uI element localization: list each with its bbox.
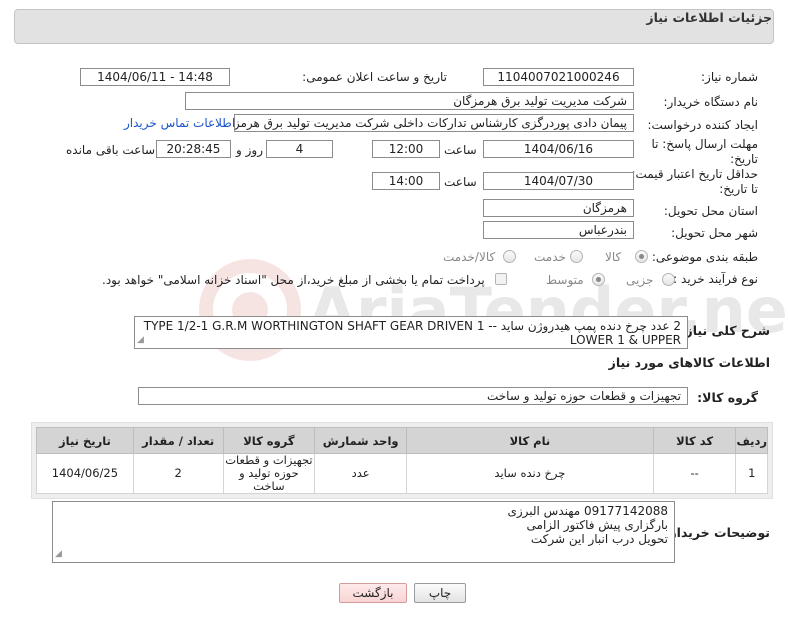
price-validity-time[interactable]: 14:00 xyxy=(372,172,440,190)
need-number-label: شماره نیاز: xyxy=(701,70,758,84)
creator-field[interactable]: پیمان دادی پوردرگزی کارشناس تدارکات داخل… xyxy=(234,114,634,132)
buyer-notes-line: بارگزاری پیش فاکتور الزامی xyxy=(526,518,668,532)
creator-label: ایجاد کننده درخواست: xyxy=(647,118,758,132)
print-button[interactable]: چاپ xyxy=(414,583,466,603)
description-label: شرح کلی نیاز: xyxy=(680,323,770,338)
items-table: ردیف کد کالا نام کالا واحد شمارش گروه کا… xyxy=(36,427,768,494)
remaining-time: 20:28:45 xyxy=(156,140,231,158)
description-textarea[interactable]: 2 عدد چرخ دنده پمپ هیدروژن ساید -- TYPE … xyxy=(134,316,688,349)
col-qty-header: تعداد / مقدار xyxy=(132,427,224,454)
send-deadline-time[interactable]: 12:00 xyxy=(372,140,440,158)
table-row[interactable]: 1 -- چرخ دنده ساید عدد تجهیزات و قطعات ح… xyxy=(36,453,768,494)
table-header-row: ردیف کد کالا نام کالا واحد شمارش گروه کا… xyxy=(36,427,768,454)
watermark-logo: AriaTender.neT xyxy=(199,259,788,361)
province-label: استان محل تحویل: xyxy=(663,204,758,218)
resize-grip-icon[interactable]: ◢ xyxy=(137,333,144,347)
col-name-header: نام کالا xyxy=(406,427,654,454)
col-code-header: کد کالا xyxy=(652,427,737,454)
province-field[interactable]: هرمزگان xyxy=(483,199,634,217)
category-radio-both[interactable] xyxy=(503,250,516,263)
category-radio-service[interactable] xyxy=(570,250,583,263)
goods-group-label: گروه کالا: xyxy=(697,390,758,405)
send-deadline-label: مهلت ارسال پاسخ: تا xyxy=(651,137,758,151)
cell-date: 1404/06/25 xyxy=(36,453,134,494)
send-deadline-date[interactable]: 1404/06/16 xyxy=(483,140,634,158)
cell-group: تجهیزات و قطعات حوزه تولید و ساخت xyxy=(222,453,316,494)
col-date-header: تاریخ نیاز xyxy=(36,427,134,454)
description-text: 2 عدد چرخ دنده پمپ هیدروژن ساید -- TYPE … xyxy=(143,319,681,347)
buyer-notes-line: تحویل درب انبار این شرکت xyxy=(530,532,668,546)
price-validity-date[interactable]: 1404/07/30 xyxy=(483,172,634,190)
goods-group-field[interactable]: تجهیزات و قطعات حوزه تولید و ساخت xyxy=(138,387,688,405)
category-label: طبقه بندی موضوعی: xyxy=(651,250,758,264)
price-validity-label-2: تا تاریخ: xyxy=(719,182,758,196)
back-button[interactable]: بازگشت xyxy=(339,583,407,603)
category-radio-goods[interactable] xyxy=(635,250,648,263)
buyer-notes-label: توضیحات خریدار: xyxy=(664,525,770,540)
process-radio-medium[interactable] xyxy=(592,273,605,286)
announce-date-label: تاریخ و ساعت اعلان عمومی: xyxy=(302,70,447,84)
cell-row: 1 xyxy=(735,453,768,494)
cell-unit: عدد xyxy=(314,453,408,494)
col-group-header: گروه کالا xyxy=(222,427,316,454)
price-validity-time-label: ساعت xyxy=(444,175,477,189)
col-row-header: ردیف xyxy=(735,427,768,454)
remaining-days: 4 xyxy=(266,140,333,158)
announce-date-field[interactable]: 1404/06/11 - 14:48 xyxy=(80,68,230,86)
page-title: جزئیات اطلاعات نیاز xyxy=(646,10,772,25)
process-radio-minor[interactable] xyxy=(662,273,675,286)
cell-code: -- xyxy=(652,453,737,494)
send-deadline-label-2: تاریخ: xyxy=(730,152,758,166)
goods-section-title: اطلاعات کالاهای مورد نیاز xyxy=(608,355,770,370)
items-table-wrap: ردیف کد کالا نام کالا واحد شمارش گروه کا… xyxy=(31,422,773,499)
category-option-service: خدمت xyxy=(534,250,566,264)
category-option-goods: کالا xyxy=(605,250,622,264)
treasury-note: پرداخت تمام یا بخشی از مبلغ خرید،از محل … xyxy=(102,273,485,287)
city-field[interactable]: بندرعباس xyxy=(483,221,634,239)
send-deadline-time-label: ساعت xyxy=(444,143,477,157)
process-label: نوع فرآیند خرید : xyxy=(673,272,758,286)
need-number-field[interactable]: 1104007021000246 xyxy=(483,68,634,86)
cell-qty: 2 xyxy=(132,453,224,494)
resize-grip-icon[interactable]: ◢ xyxy=(55,547,62,561)
process-option-minor: جزیی xyxy=(626,273,654,287)
category-option-both: کالا/خدمت xyxy=(443,250,496,264)
buyer-notes-textarea[interactable]: 09177142088 مهندس البرزی بارگزاری پیش فا… xyxy=(52,501,675,563)
col-unit-header: واحد شمارش xyxy=(314,427,408,454)
city-label: شهر محل تحویل: xyxy=(671,226,758,240)
days-label: روز و xyxy=(236,143,263,157)
buyer-org-field[interactable]: شرکت مدیریت تولید برق هرمزگان xyxy=(185,92,634,110)
buyer-org-label: نام دستگاه خریدار: xyxy=(663,95,759,109)
price-validity-label: حداقل تاریخ اعتبار قیمت: xyxy=(631,167,758,181)
buyer-notes-line: 09177142088 مهندس البرزی xyxy=(507,504,668,518)
cell-name: چرخ دنده ساید xyxy=(406,453,654,494)
remaining-time-label: ساعت باقی مانده xyxy=(66,143,156,157)
buyer-contact-link[interactable]: اطلاعات تماس خریدار xyxy=(124,116,235,130)
process-option-medium: متوسط xyxy=(546,273,584,287)
treasury-checkbox[interactable] xyxy=(495,273,507,285)
